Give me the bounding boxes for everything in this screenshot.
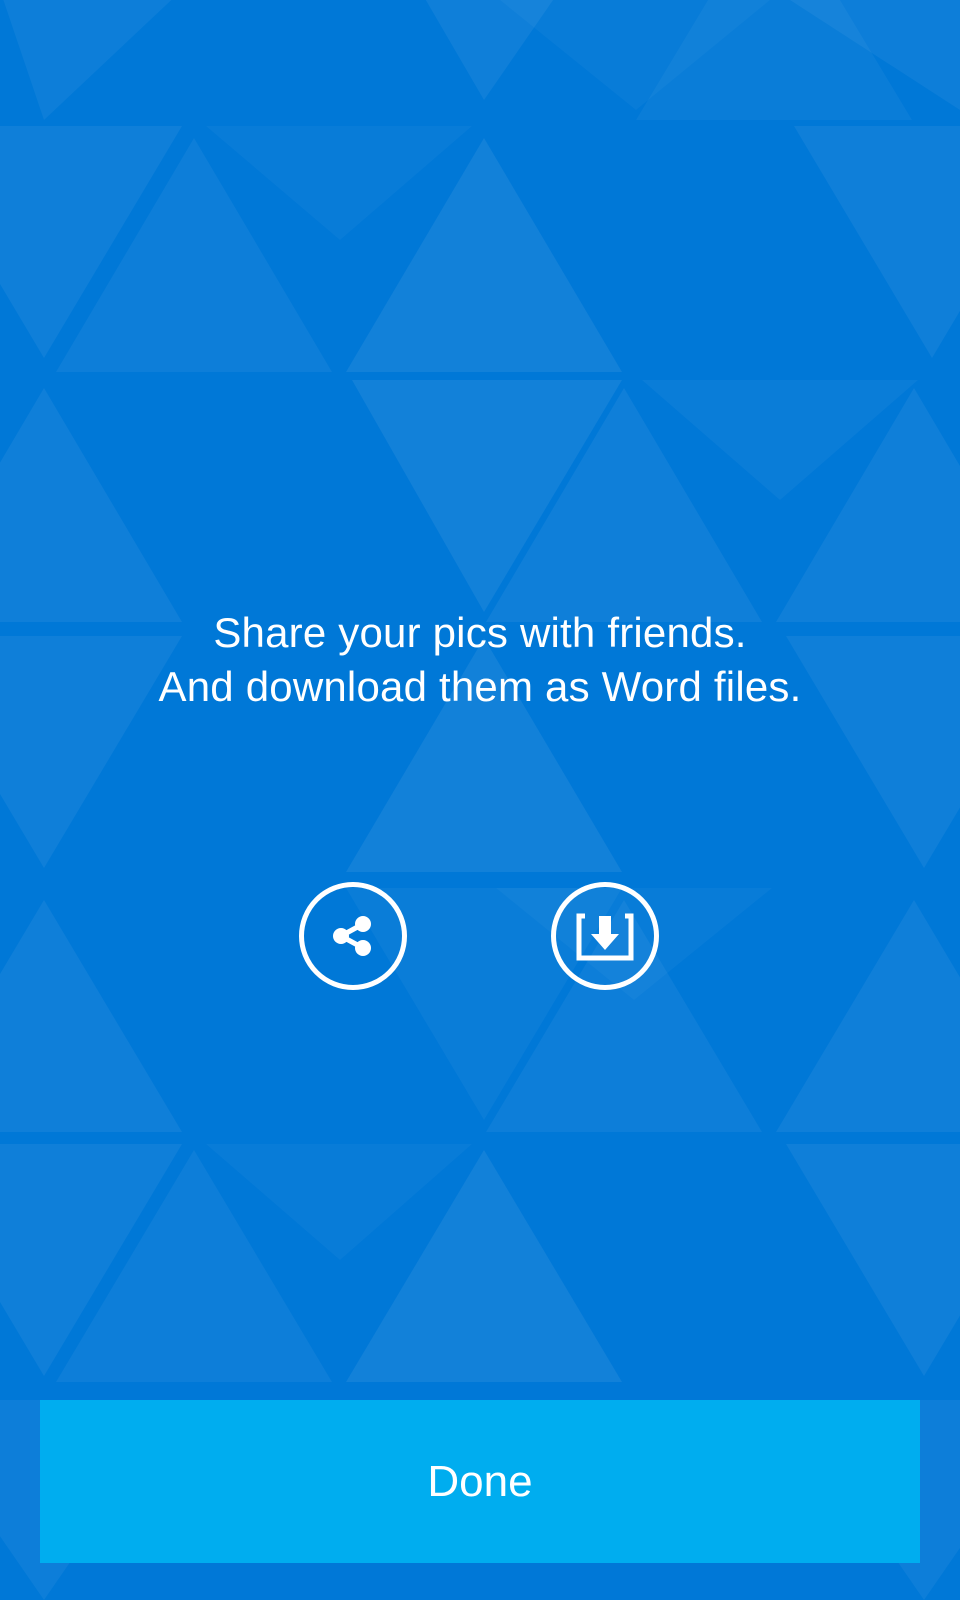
download-icon <box>576 913 634 961</box>
intro-message: Share your pics with friends. And downlo… <box>0 606 960 714</box>
share-button[interactable] <box>299 882 407 990</box>
done-button[interactable]: Done <box>40 1400 920 1563</box>
download-button[interactable] <box>551 882 659 990</box>
message-line-1: Share your pics with friends. <box>213 609 747 656</box>
share-icon <box>333 916 371 956</box>
intro-screen: Share your pics with friends. And downlo… <box>0 0 960 1600</box>
triangle-pattern-background <box>0 0 960 1600</box>
message-line-2: And download them as Word files. <box>158 663 802 710</box>
